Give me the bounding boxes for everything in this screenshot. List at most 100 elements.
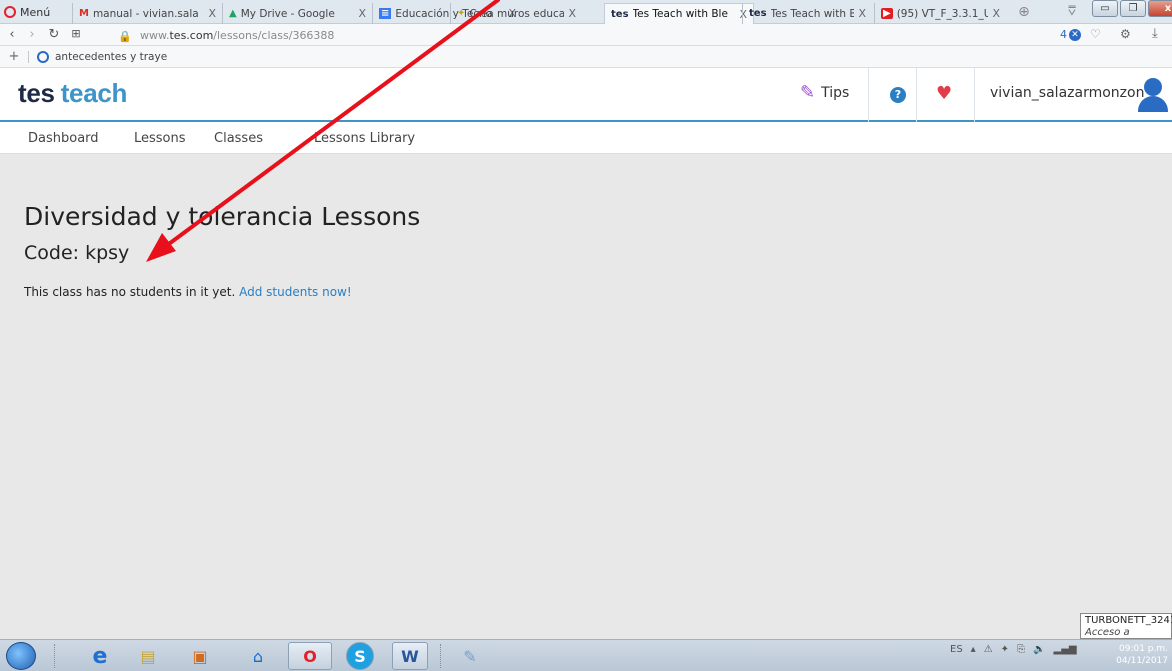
internet-explorer-icon[interactable]: e [82, 642, 118, 670]
url-host: tes.com [169, 28, 214, 42]
download-icon[interactable]: ⤓ [1152, 26, 1158, 41]
window-controls: ▭ ❐ x [1092, 0, 1172, 17]
logo-tes: tes [18, 78, 55, 108]
nav-lessons-library[interactable]: Lessons Library [314, 131, 415, 146]
paint-icon[interactable]: ✎ [452, 642, 488, 670]
extension-icon[interactable]: ⚙ [1120, 27, 1131, 41]
tips-label: Tips [821, 84, 850, 101]
file-explorer-icon[interactable]: ▤ [130, 642, 166, 670]
hp-icon[interactable]: ⌂ [240, 642, 276, 670]
main-content: Diversidad y tolerancia Lessons Code: kp… [0, 186, 1172, 638]
header-divider [974, 68, 975, 122]
gmail-icon: M [79, 8, 89, 19]
tab-title: Crea muros educat [469, 7, 565, 20]
word-icon[interactable]: W [392, 642, 428, 670]
tab-gmail[interactable]: M manual - vivian.sala X [72, 3, 222, 24]
padlet-icon: ✦ [457, 8, 466, 19]
tab-close-icon[interactable]: X [568, 7, 576, 20]
tab-tes-teach[interactable]: tes Tes Teach with Ble X [742, 3, 872, 24]
logo-teach: teach [60, 78, 128, 108]
tab-google-drive[interactable]: ▲ My Drive - Google X [222, 3, 372, 24]
speed-dial-icon[interactable]: ⊞ [68, 27, 84, 40]
url-prefix: www. [140, 28, 170, 42]
start-button-icon[interactable] [6, 642, 36, 670]
url-field[interactable]: 🔒 www. tes.com/lessons/class/366388 [118, 26, 1058, 44]
add-students-link[interactable]: Add students now! [239, 285, 352, 299]
tab-close-icon[interactable]: X [208, 7, 216, 20]
bookmark-heart-icon[interactable]: ♡ [1090, 27, 1101, 41]
avatar-body [1138, 96, 1168, 112]
nav-lessons[interactable]: Lessons [134, 131, 186, 146]
favorites-heart-icon[interactable]: ♥ [936, 83, 952, 104]
add-bookmark-icon[interactable]: + [6, 49, 22, 64]
adblock-icon: ✕ [1069, 28, 1081, 41]
media-player-icon[interactable]: ▣ [182, 642, 218, 670]
no-students-message: This class has no students in it yet. Ad… [24, 285, 352, 299]
opera-logo-icon [4, 6, 16, 18]
system-clock[interactable]: 09:01 p.m. 04/11/2017 [1108, 643, 1168, 667]
class-code: Code: kpsy [24, 242, 130, 264]
adblock-indicator[interactable]: 4 ✕ [1060, 28, 1081, 41]
close-window-icon[interactable]: x [1148, 0, 1172, 17]
site-header: tes teach ✎ Tips ? ♥ vivian_salazarmonzon… [0, 68, 1172, 154]
clock-time: 09:01 p.m. [1119, 644, 1168, 654]
bookmark-favicon-icon [37, 50, 49, 63]
forward-icon[interactable]: › [24, 27, 40, 42]
tab-title: My Drive - Google [240, 7, 335, 20]
url-path: /lessons/class/366388 [213, 28, 335, 42]
volume-icon[interactable]: 🔈 [1033, 644, 1045, 655]
tes-teach-logo[interactable]: tes teach [18, 78, 127, 109]
minimize-icon[interactable]: ▭ [1092, 0, 1118, 17]
dropbox-icon[interactable]: ✦ [1001, 644, 1009, 655]
tab-youtube[interactable]: ▶ (95) VT_F_3.3.1_Uso X [874, 3, 1006, 24]
reload-icon[interactable]: ↻ [46, 27, 62, 42]
nav-dashboard[interactable]: Dashboard [28, 131, 99, 146]
username[interactable]: vivian_salazarmonzon [990, 85, 1144, 101]
google-drive-icon: ▲ [229, 8, 237, 19]
network-tooltip: TURBONETT_32414 Acceso a Internet [1080, 613, 1172, 650]
avatar[interactable] [1138, 76, 1168, 112]
tab-close-icon[interactable]: X [358, 7, 366, 20]
tab-tes-teach-active[interactable]: tes Tes Teach with Ble X [604, 3, 754, 24]
tab-menu-icon[interactable]: ⩢ [1068, 4, 1076, 19]
tab-title: Tes Teach with Ble [770, 7, 855, 20]
browser-menu-label: Menú [20, 5, 51, 19]
page-title: Diversidad y tolerancia Lessons [24, 202, 421, 231]
tab-close-icon[interactable]: X [992, 7, 1000, 20]
tips-button[interactable]: ✎ Tips [800, 82, 849, 103]
header-divider [868, 68, 869, 122]
main-nav: Dashboard Lessons Classes Lessons Librar… [0, 124, 1172, 154]
maximize-icon[interactable]: ❐ [1120, 0, 1146, 17]
skype-icon[interactable]: S [346, 642, 374, 670]
back-icon[interactable]: ‹ [4, 27, 20, 42]
help-icon[interactable]: ? [890, 87, 906, 103]
tooltip-network-name: TURBONETT_32414 [1085, 615, 1172, 626]
tab-title: Tes Teach with Ble [632, 8, 728, 20]
avatar-head [1144, 78, 1162, 96]
tab-title: manual - vivian.sala [92, 7, 199, 20]
adblock-count: 4 [1060, 28, 1067, 41]
windows-taskbar: e ▤ ▣ ⌂ O S W ✎ ES ▴ ⚠ ✦ ⎘ 🔈 ▂▄▆ 09:01 p… [0, 639, 1172, 671]
tes-icon: tes [749, 8, 767, 19]
signal-icon[interactable]: ▂▄▆ [1054, 644, 1077, 655]
network-warning-icon[interactable]: ⚠ [984, 644, 993, 655]
usb-icon[interactable]: ⎘ [1017, 644, 1025, 655]
taskbar-divider [440, 644, 443, 668]
bookmark-item[interactable]: antecedentes y traye [55, 51, 167, 63]
no-students-text: This class has no students in it yet. [24, 285, 236, 299]
lock-icon: 🔒 [118, 30, 132, 43]
address-bar: ‹ › ↻ ⊞ 🔒 www. tes.com/lessons/class/3663… [0, 24, 1172, 46]
google-docs-icon: ≡ [379, 8, 392, 19]
opera-taskbar-icon[interactable]: O [288, 642, 332, 670]
tab-padlet[interactable]: ✦ Crea muros educat X [450, 3, 582, 24]
show-hidden-icons-icon[interactable]: ▴ [971, 644, 976, 655]
magic-wand-icon: ✎ [800, 82, 816, 103]
tab-close-icon[interactable]: X [858, 7, 866, 20]
browser-menu-button[interactable]: Menú [4, 4, 50, 20]
youtube-icon: ▶ [881, 8, 893, 19]
tab-title: (95) VT_F_3.3.1_Uso [896, 7, 989, 20]
new-tab-icon[interactable]: ⊕ [1016, 5, 1032, 19]
header-divider [916, 68, 917, 122]
language-indicator[interactable]: ES [950, 644, 963, 655]
nav-classes[interactable]: Classes [214, 131, 263, 146]
